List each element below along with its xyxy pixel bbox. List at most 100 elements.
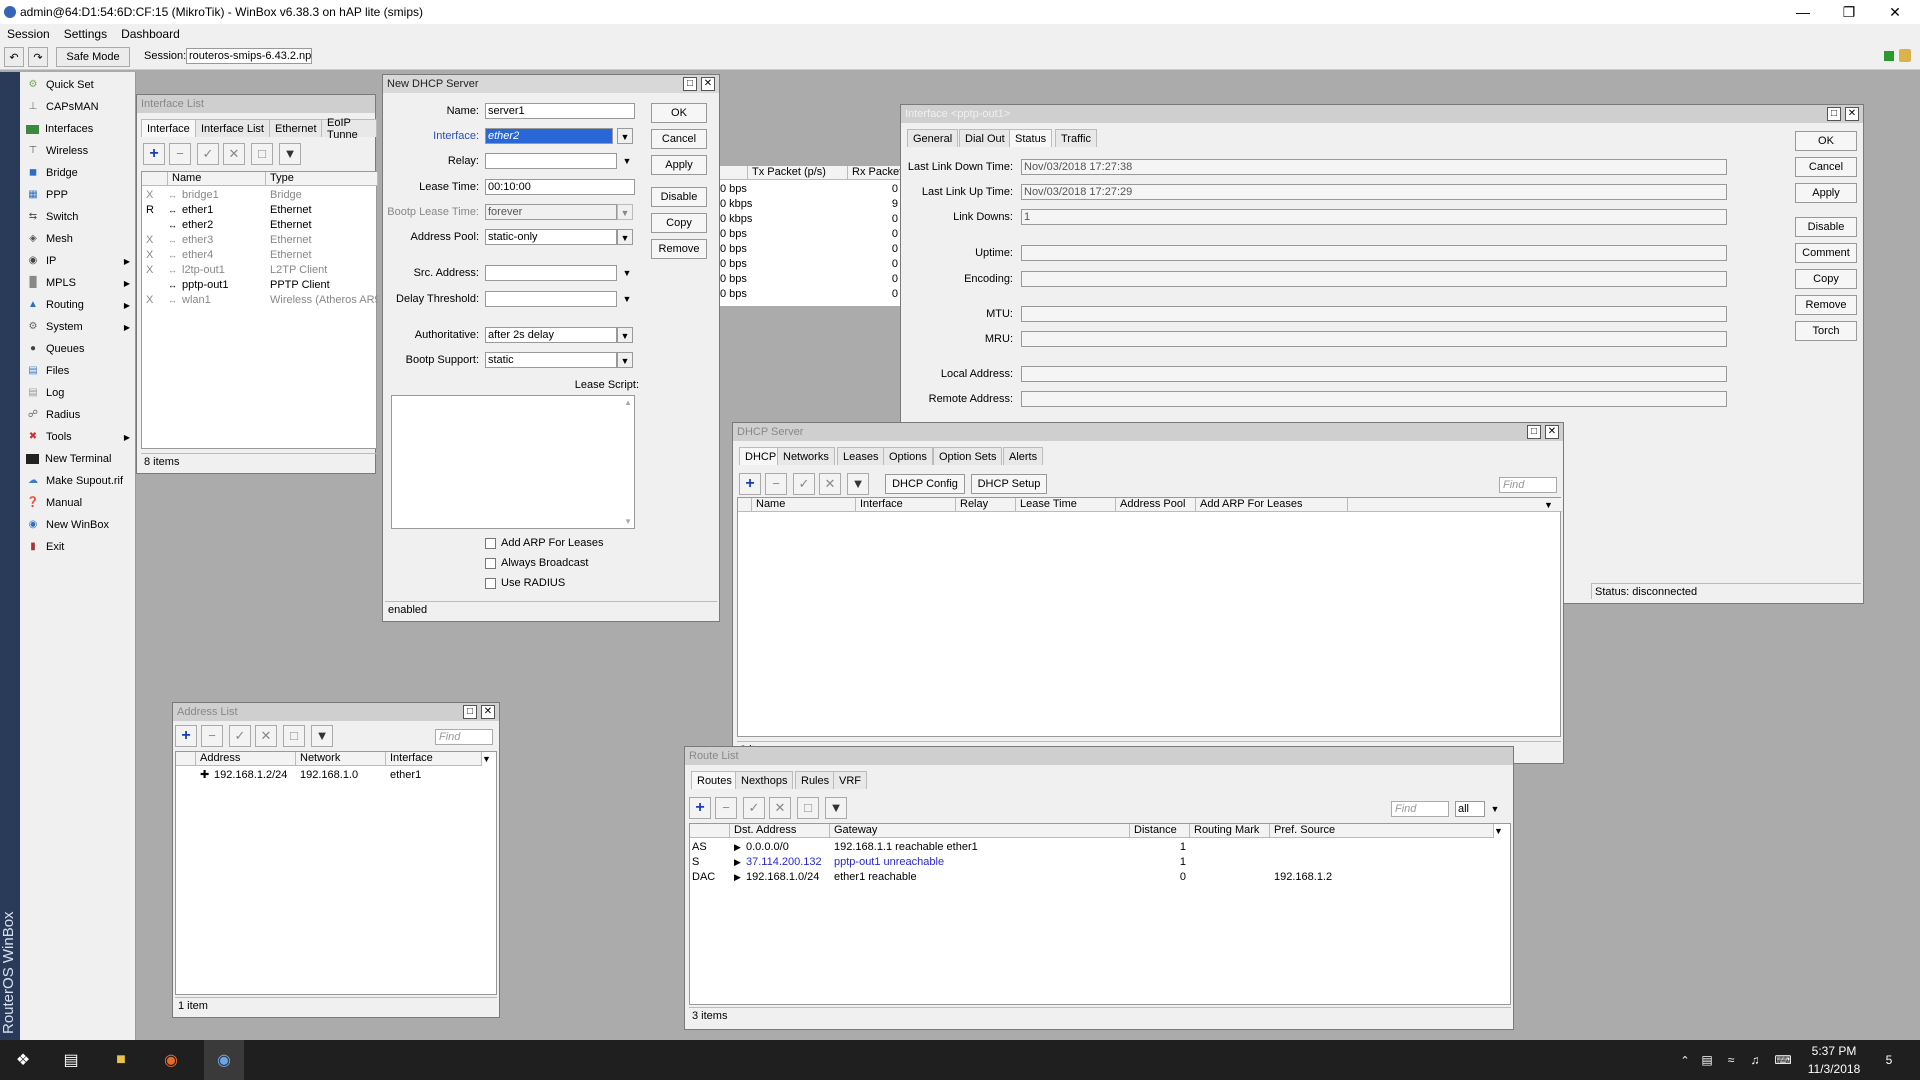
table-row[interactable]: X ↔ l2tp-out1 L2TP Client	[142, 263, 378, 278]
tab-interface[interactable]: Interface	[141, 119, 196, 137]
sidebar-item-interfaces[interactable]: Interfaces	[20, 118, 136, 140]
ok-button[interactable]: OK	[651, 103, 707, 123]
tab-status[interactable]: Status	[1009, 129, 1053, 147]
scroll-down-icon[interactable]: ▼	[624, 517, 632, 526]
maximize-button[interactable]: ❐	[1826, 0, 1872, 24]
scroll-up-icon[interactable]: ▲	[624, 398, 632, 407]
use-radius-checkbox[interactable]: Use RADIUS	[485, 577, 565, 589]
minimize-button[interactable]: —	[1780, 0, 1826, 24]
remove-icon[interactable]: −	[169, 143, 191, 165]
address-pool-select[interactable]: static-only	[485, 229, 617, 245]
table-row[interactable]: X ↔ ether4 Ethernet	[142, 248, 378, 263]
tab-vrf[interactable]: VRF	[833, 771, 867, 789]
name-field[interactable]: server1	[485, 103, 635, 119]
add-arp-checkbox[interactable]: Add ARP For Leases	[485, 537, 604, 549]
table-row[interactable]: X ↔ ether3 Ethernet	[142, 233, 378, 248]
session-field[interactable]: routeros-smips-6.43.2.npk	[186, 48, 312, 64]
maximize-icon[interactable]: □	[1527, 425, 1541, 439]
delay-threshold-dropdown-icon[interactable]: ▼	[619, 291, 635, 307]
pptp-comment-button[interactable]: Comment	[1795, 243, 1857, 263]
sidebar-item-routing[interactable]: ▲ Routing ▶	[20, 294, 136, 316]
delay-threshold-field[interactable]	[485, 291, 617, 307]
undo-icon[interactable]: ↶	[4, 47, 24, 67]
tab-option-sets[interactable]: Option Sets	[933, 447, 1003, 465]
sidebar-item-make-supout[interactable]: ☁ Make Supout.rif	[20, 470, 136, 492]
dhcp-config-button[interactable]: DHCP Config	[885, 474, 965, 494]
find-input[interactable]: Find	[435, 729, 493, 745]
sidebar-item-wireless[interactable]: ⊤ Wireless	[20, 140, 136, 162]
sidebar-item-tools[interactable]: ✖ Tools ▶	[20, 426, 136, 448]
tab-interface-list[interactable]: Interface List	[195, 119, 270, 137]
tab-eoip-tunnel[interactable]: EoIP Tunne	[321, 117, 377, 141]
tab-dhcp[interactable]: DHCP	[739, 447, 783, 465]
disable-icon[interactable]: ✕	[819, 473, 841, 495]
cancel-button[interactable]: Cancel	[651, 129, 707, 149]
sidebar-item-system[interactable]: ⚙ System ▶	[20, 316, 136, 338]
sidebar-item-manual[interactable]: ❓ Manual	[20, 492, 136, 514]
maximize-icon[interactable]: □	[1827, 107, 1841, 121]
tab-options[interactable]: Options	[883, 447, 933, 465]
col-type[interactable]: Type	[266, 172, 378, 186]
comment-icon[interactable]: □	[251, 143, 273, 165]
add-button[interactable]: +	[143, 143, 165, 165]
interface-dropdown-icon[interactable]: ▼	[617, 128, 633, 144]
disable-button[interactable]: Disable	[651, 187, 707, 207]
table-row[interactable]: ↔ pptp-out1 PPTP Client	[142, 278, 378, 293]
col-address[interactable]: Address	[196, 752, 296, 766]
notification-icon[interactable]: 5	[1874, 1046, 1904, 1074]
bootp-lease-select[interactable]: forever	[485, 204, 617, 220]
interface-select[interactable]: ether2	[485, 128, 613, 144]
task-view-icon[interactable]: ▤	[56, 1046, 86, 1074]
col-network[interactable]: Network	[296, 752, 386, 766]
always-broadcast-checkbox[interactable]: Always Broadcast	[485, 557, 588, 569]
disable-icon[interactable]: ✕	[769, 797, 791, 819]
col-pref-source[interactable]: Pref. Source	[1270, 824, 1494, 838]
filter-icon[interactable]: ▼	[279, 143, 301, 165]
table-row[interactable]: X ↔ wlan1 Wireless (Atheros AR9	[142, 293, 378, 308]
dhcp-setup-button[interactable]: DHCP Setup	[971, 474, 1047, 494]
table-row[interactable]: DAC ▶ 192.168.1.0/24 ether1 reachable 0 192.1…	[690, 870, 1510, 885]
col-lease-time[interactable]: Lease Time	[1016, 498, 1116, 512]
col-interface[interactable]: Interface	[856, 498, 956, 512]
windows-start-icon[interactable]: ❖	[8, 1046, 38, 1074]
tab-routes[interactable]: Routes	[691, 771, 738, 789]
column-menu-icon[interactable]: ▼	[482, 752, 498, 767]
relay-dropdown-icon[interactable]: ▼	[619, 153, 635, 169]
clock-date[interactable]: 11/3/2018	[1804, 1062, 1864, 1076]
lease-time-field[interactable]: 00:10:00	[485, 179, 635, 195]
pptp-ok-button[interactable]: OK	[1795, 131, 1857, 151]
safe-mode-button[interactable]: Safe Mode	[56, 47, 130, 67]
comment-icon[interactable]: □	[797, 797, 819, 819]
pptp-remove-button[interactable]: Remove	[1795, 295, 1857, 315]
remove-icon[interactable]: −	[201, 725, 223, 747]
sidebar-item-mesh[interactable]: ◈ Mesh	[20, 228, 136, 250]
redo-icon[interactable]: ↷	[28, 47, 48, 67]
column-menu-icon[interactable]: ▼	[1494, 824, 1510, 839]
copy-button[interactable]: Copy	[651, 213, 707, 233]
apply-button[interactable]: Apply	[651, 155, 707, 175]
col-distance[interactable]: Distance	[1130, 824, 1190, 838]
close-button[interactable]: ✕	[1872, 0, 1918, 24]
add-button[interactable]: +	[175, 725, 197, 747]
clock-time[interactable]: 5:37 PM	[1804, 1044, 1864, 1058]
col-add-arp[interactable]: Add ARP For Leases	[1196, 498, 1348, 512]
pptp-cancel-button[interactable]: Cancel	[1795, 157, 1857, 177]
col-routing-mark[interactable]: Routing Mark	[1190, 824, 1270, 838]
add-button[interactable]: +	[739, 473, 761, 495]
bootp-support-dropdown-icon[interactable]: ▼	[617, 352, 633, 368]
language-icon[interactable]: ⌨	[1768, 1046, 1798, 1074]
add-button[interactable]: +	[689, 797, 711, 819]
col-dst-address[interactable]: Dst. Address	[730, 824, 830, 838]
pptp-disable-button[interactable]: Disable	[1795, 217, 1857, 237]
col-gateway[interactable]: Gateway	[830, 824, 1130, 838]
col-rx-packet[interactable]: Rx Packet	[848, 166, 904, 180]
bootp-lease-dropdown-icon[interactable]: ▼	[617, 204, 633, 220]
col-relay[interactable]: Relay	[956, 498, 1016, 512]
column-menu-icon[interactable]: ▼	[1544, 498, 1560, 513]
tab-nexthops[interactable]: Nexthops	[735, 771, 794, 789]
sidebar-item-new-winbox[interactable]: ◉ New WinBox	[20, 514, 136, 536]
find-input[interactable]: Find	[1391, 801, 1449, 817]
route-filter-select[interactable]: all	[1455, 801, 1485, 817]
table-row[interactable]: R ↔ ether1 Ethernet	[142, 203, 378, 218]
sidebar-item-ppp[interactable]: ▦ PPP	[20, 184, 136, 206]
